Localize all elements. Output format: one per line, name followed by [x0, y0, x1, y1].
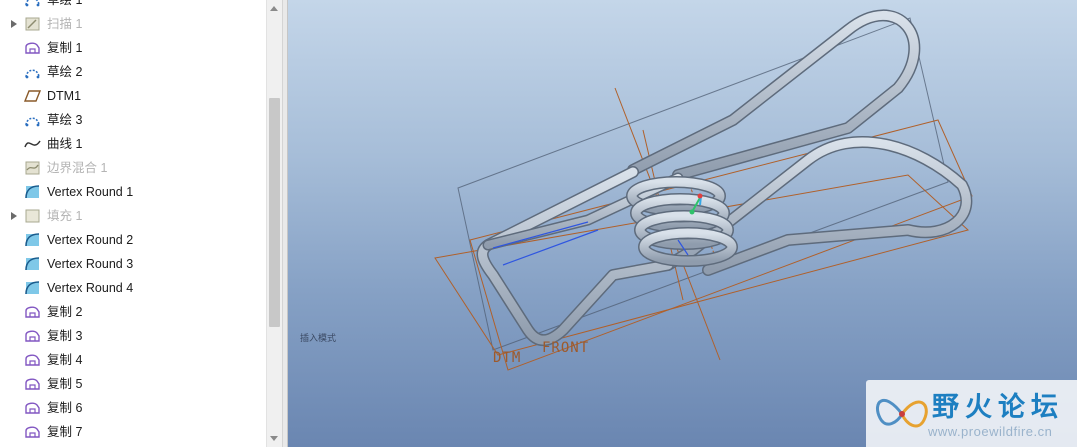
model-tree-item[interactable]: 复制 5	[0, 372, 266, 396]
sketch-icon	[24, 64, 41, 80]
model-tree-item-label: 草绘 3	[47, 113, 83, 127]
model-tree-item-label: 曲线 1	[47, 137, 83, 151]
model-tree-item-label: Vertex Round 4	[47, 281, 134, 295]
copy-icon	[24, 352, 41, 368]
model-tree-item-label: 复制 2	[47, 305, 83, 319]
model-tree-item-label: 复制 7	[47, 425, 83, 439]
expand-arrow-icon[interactable]	[11, 20, 17, 28]
butterfly-logo-icon	[875, 399, 928, 428]
model-tree-item[interactable]: 复制 3	[0, 324, 266, 348]
model-tree-item-label: 复制 4	[47, 353, 83, 367]
copy-icon	[24, 400, 41, 416]
model-tree-item[interactable]: 草绘 2	[0, 60, 266, 84]
sweep-icon	[24, 16, 41, 32]
model-tree-item-label: 复制 5	[47, 377, 83, 391]
boundary-blend-icon	[24, 160, 41, 176]
model-tree: 草绘 1 扫描 1 复制 1 草绘 2 DTM1 草绘 3 曲线 1 边界混合 1 Vertex…	[0, 0, 266, 447]
curve-icon	[24, 136, 41, 152]
model-tree-item[interactable]: 边界混合 1	[0, 156, 266, 180]
model-tree-item-label: Vertex Round 3	[47, 257, 134, 271]
model-tree-item[interactable]: Vertex Round 1	[0, 180, 266, 204]
watermark: 野火论坛 www.proewildfire.cn	[866, 380, 1077, 447]
model-tree-item[interactable]: 草绘 1	[0, 0, 266, 12]
model-tree-item[interactable]: 复制 6	[0, 396, 266, 420]
fill-icon	[24, 208, 41, 224]
vertex-round-icon	[24, 184, 41, 200]
expand-arrow-icon[interactable]	[11, 212, 17, 220]
sketch-icon	[24, 112, 41, 128]
model-tree-item-label: 扫描 1	[47, 17, 83, 31]
model-tree-item-label: Vertex Round 1	[47, 185, 134, 199]
sketch-icon	[24, 0, 41, 8]
copy-icon	[24, 328, 41, 344]
vertex-round-icon	[24, 256, 41, 272]
scrollbar-thumb[interactable]	[269, 98, 280, 327]
model-tree-scrollbar[interactable]	[266, 0, 282, 447]
graphics-viewport[interactable]: DTM FRONT 插入模式 野火论坛 www.proewildfire.cn	[288, 0, 1077, 447]
model-tree-item-label: 复制 6	[47, 401, 83, 415]
copy-icon	[24, 424, 41, 440]
watermark-title: 野火论坛	[932, 392, 1064, 423]
model-tree-item[interactable]: DTM1	[0, 84, 266, 108]
model-tree-item-label: 草绘 1	[47, 0, 83, 7]
model-tree-item[interactable]: 复制 2	[0, 300, 266, 324]
scroll-up-arrow-icon[interactable]	[270, 6, 278, 11]
model-tree-item[interactable]: 扫描 1	[0, 12, 266, 36]
model-tree-item[interactable]: 复制 7	[0, 420, 266, 444]
mode-hint: 插入模式	[300, 333, 337, 343]
copy-icon	[24, 376, 41, 392]
copy-icon	[24, 40, 41, 56]
model-tree-item[interactable]: 复制 4	[0, 348, 266, 372]
model-tree-item[interactable]: 复制 1	[0, 36, 266, 60]
vertex-round-icon	[24, 280, 41, 296]
model-tree-item[interactable]: Vertex Round 4	[0, 276, 266, 300]
datum-plane-icon	[24, 88, 41, 104]
model-tree-item[interactable]: 曲线 1	[0, 132, 266, 156]
model-tree-item[interactable]: 填充 1	[0, 204, 266, 228]
model-tree-item[interactable]: 草绘 3	[0, 108, 266, 132]
model-tree-item[interactable]: Vertex Round 2	[0, 228, 266, 252]
watermark-url: www.proewildfire.cn	[928, 424, 1053, 439]
model-tree-item[interactable]: Vertex Round 3	[0, 252, 266, 276]
model-tree-item-label: DTM1	[47, 89, 82, 103]
model-tree-item-label: 复制 1	[47, 41, 83, 55]
front-label: FRONT	[542, 340, 590, 356]
vertex-round-icon	[24, 232, 41, 248]
model-tree-item-label: 填充 1	[47, 209, 83, 223]
model-tree-item-label: Vertex Round 2	[47, 233, 134, 247]
model-tree-item-label: 草绘 2	[47, 65, 83, 79]
copy-icon	[24, 304, 41, 320]
model-tree-item-label: 复制 3	[47, 329, 83, 343]
model-tree-item-label: 边界混合 1	[47, 161, 108, 175]
dtm-label: DTM	[493, 350, 522, 366]
scroll-down-arrow-icon[interactable]	[270, 436, 278, 441]
